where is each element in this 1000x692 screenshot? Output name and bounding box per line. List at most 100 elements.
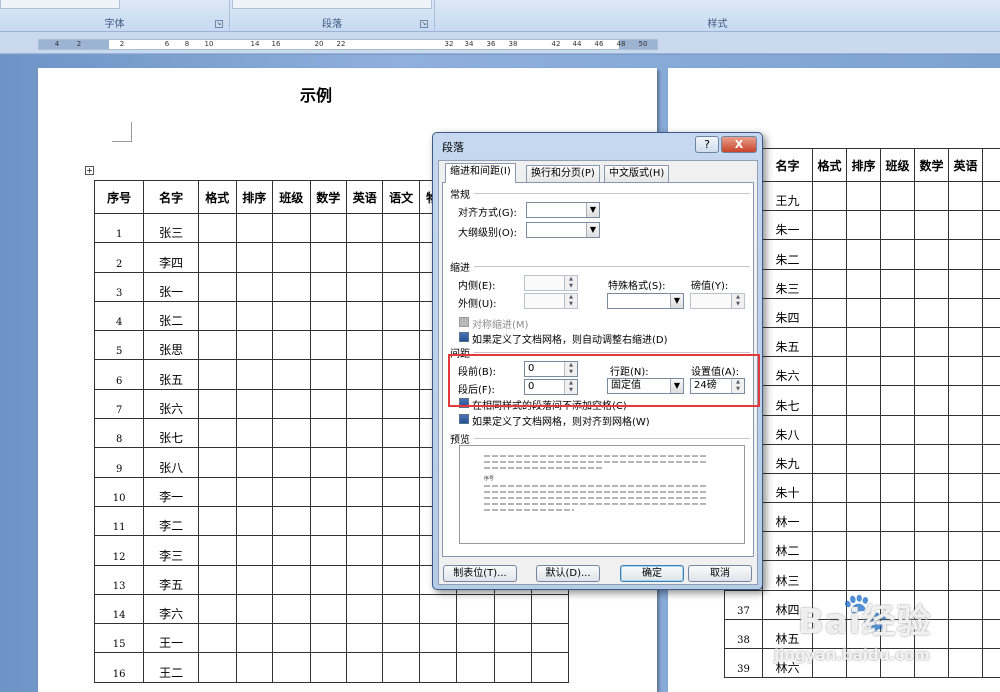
table-cell[interactable] [309, 564, 347, 595]
table-cell[interactable] [948, 385, 983, 416]
table-header-cell[interactable]: 英语 [345, 180, 384, 214]
name-cell[interactable]: 朱三 [762, 268, 813, 299]
indent-measure-spinner[interactable]: ▲ ▼ [690, 293, 745, 309]
table-move-handle-icon[interactable]: + [85, 166, 94, 175]
table-cell[interactable] [198, 564, 237, 595]
spinner-buttons[interactable]: ▲ ▼ [564, 276, 577, 290]
table-cell[interactable] [846, 210, 881, 241]
table-cell[interactable] [309, 300, 347, 332]
alignment-select[interactable]: ▼ [526, 202, 600, 218]
row-number-cell[interactable]: 16 [93, 652, 145, 683]
table-cell[interactable] [846, 472, 881, 504]
tab-line-page-breaks[interactable]: 换行和分页(P) [526, 165, 600, 182]
table-cell[interactable] [309, 652, 347, 683]
table-cell[interactable] [456, 623, 495, 654]
table-header-cell[interactable]: 排序 [846, 148, 881, 182]
table-cell[interactable] [812, 326, 847, 358]
table-cell[interactable] [914, 385, 949, 416]
table-cell[interactable] [846, 180, 881, 212]
table-cell[interactable] [345, 564, 384, 595]
table-cell[interactable] [948, 414, 983, 445]
cancel-button[interactable]: 取消 [688, 565, 752, 582]
table-cell[interactable] [982, 268, 1000, 299]
dropdown-arrow-icon[interactable]: ▼ [586, 203, 599, 217]
name-cell[interactable]: 朱六 [762, 356, 813, 387]
row-number-cell[interactable]: 13 [93, 564, 145, 595]
table-cell[interactable] [198, 212, 237, 244]
table-cell[interactable] [382, 505, 420, 537]
table-cell[interactable] [880, 472, 915, 504]
table-cell[interactable] [272, 212, 311, 244]
table-cell[interactable] [345, 359, 384, 390]
table-cell[interactable] [382, 242, 420, 273]
table-cell[interactable] [846, 297, 881, 328]
name-cell[interactable]: 李五 [143, 564, 200, 595]
set-default-button[interactable]: 默认(D)... [536, 565, 600, 582]
table-header-cell[interactable]: 数学 [914, 148, 949, 182]
table-cell[interactable] [345, 623, 384, 654]
table-cell[interactable] [948, 180, 983, 212]
table-cell[interactable] [309, 447, 347, 478]
table-cell[interactable] [914, 472, 949, 504]
table-cell[interactable] [382, 359, 420, 390]
table-cell[interactable] [982, 297, 1000, 328]
table-cell[interactable] [880, 414, 915, 445]
table-cell[interactable] [948, 268, 983, 299]
table-cell[interactable] [914, 443, 949, 474]
table-cell[interactable] [345, 593, 384, 625]
table-cell[interactable] [914, 268, 949, 299]
table-cell[interactable] [846, 326, 881, 358]
row-number-cell[interactable]: 37 [724, 589, 763, 620]
document-title[interactable]: 示例 [300, 82, 332, 106]
table-cell[interactable] [345, 242, 384, 273]
table-cell[interactable] [846, 268, 881, 299]
table-cell[interactable] [880, 268, 915, 299]
table-cell[interactable] [198, 505, 237, 537]
table-cell[interactable] [198, 242, 237, 273]
table-cell[interactable] [235, 359, 274, 390]
name-cell[interactable]: 朱九 [762, 443, 813, 474]
spin-down-icon[interactable]: ▼ [565, 283, 577, 290]
name-cell[interactable]: 张六 [143, 388, 200, 420]
table-header-cell[interactable]: 数学 [309, 180, 347, 214]
snap-to-grid-checkbox[interactable] [459, 414, 469, 424]
tabs-button[interactable]: 制表位(T)... [443, 565, 517, 582]
tab-asian-typography[interactable]: 中文版式(H) [604, 165, 670, 182]
table-cell[interactable] [309, 476, 347, 507]
table-cell[interactable] [382, 447, 420, 478]
row-number-cell[interactable]: 2 [93, 242, 145, 273]
table-cell[interactable] [812, 239, 847, 270]
table-cell[interactable] [345, 447, 384, 478]
help-button[interactable]: ? [695, 136, 719, 153]
table-cell[interactable] [456, 593, 495, 625]
horizontal-ruler[interactable]: 4 2 2 6 8 10 14 16 20 22 32 34 36 38 42 … [0, 32, 1000, 54]
spin-up-icon[interactable]: ▲ [565, 294, 577, 301]
table-cell[interactable] [235, 593, 274, 625]
row-number-cell[interactable]: 12 [93, 535, 145, 566]
table-cell[interactable] [345, 212, 384, 244]
table-cell[interactable] [345, 505, 384, 537]
table-cell[interactable] [982, 180, 1000, 212]
table-cell[interactable] [914, 297, 949, 328]
table-cell[interactable] [235, 505, 274, 537]
table-cell[interactable] [198, 359, 237, 390]
table-cell[interactable] [382, 476, 420, 507]
name-cell[interactable]: 朱八 [762, 414, 813, 445]
row-number-cell[interactable]: 1 [93, 212, 145, 244]
table-cell[interactable] [345, 300, 384, 332]
table-cell[interactable] [846, 443, 881, 474]
table-cell[interactable] [812, 502, 847, 533]
table-cell[interactable] [880, 180, 915, 212]
table-cell[interactable] [812, 414, 847, 445]
table-cell[interactable] [309, 388, 347, 420]
table-cell[interactable] [880, 297, 915, 328]
table-cell[interactable] [948, 326, 983, 358]
row-number-cell[interactable]: 5 [93, 330, 145, 361]
table-cell[interactable] [272, 564, 311, 595]
table-cell[interactable] [382, 535, 420, 566]
table-cell[interactable] [914, 210, 949, 241]
table-cell[interactable] [914, 502, 949, 533]
table-header-cell[interactable]: 语文 [382, 180, 420, 214]
table-cell[interactable] [272, 623, 311, 654]
spin-down-icon[interactable]: ▼ [732, 301, 744, 308]
